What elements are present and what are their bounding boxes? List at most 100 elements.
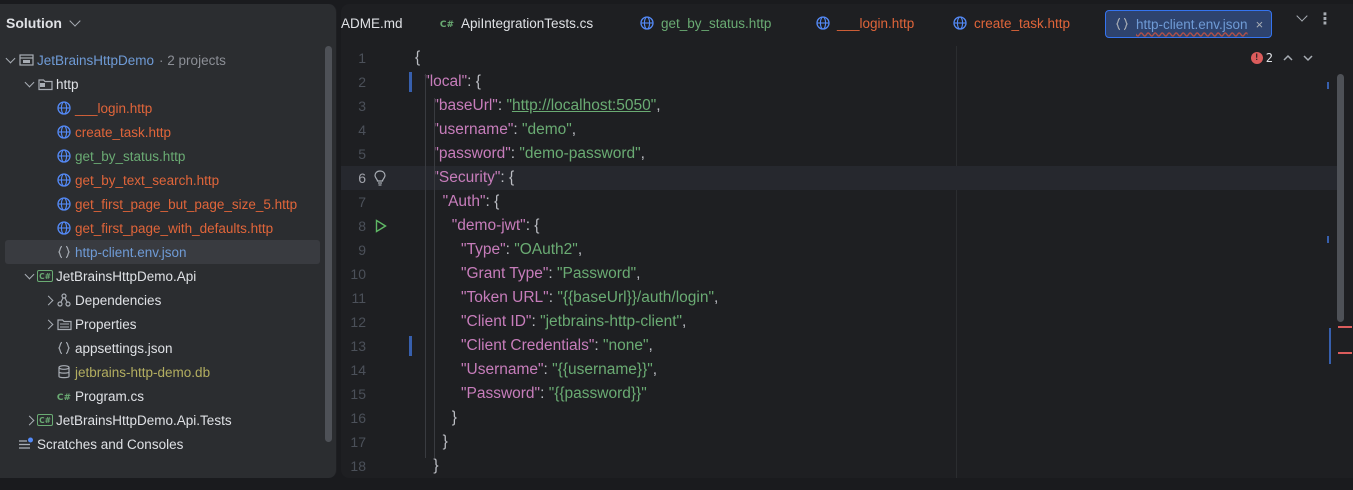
line-number[interactable]: 6 [341, 170, 366, 186]
tree-item[interactable]: ___login.http [0, 96, 324, 120]
tree-item[interactable]: C# JetBrainsHttpDemo.Api [0, 264, 324, 288]
json-punctuation: } [433, 457, 439, 474]
globe-icon [56, 100, 72, 116]
line-number[interactable]: 3 [341, 98, 366, 114]
code-line[interactable]: 1{ [341, 46, 1341, 70]
code-line[interactable]: 5 "password": "demo-password", [341, 142, 1341, 166]
globe-icon [56, 148, 72, 164]
line-number[interactable]: 10 [341, 266, 366, 282]
code-area[interactable]: 1{2 "local": {3 "baseUrl": "http://localho… [341, 46, 1353, 478]
next-highlight-icon[interactable] [1303, 54, 1313, 62]
error-indicator[interactable]: ! 2 [1250, 51, 1313, 65]
line-number[interactable]: 18 [341, 458, 366, 474]
expand-arrow-down-icon[interactable] [21, 264, 37, 288]
json-punctuation: : [531, 313, 541, 330]
line-number[interactable]: 8 [341, 218, 366, 234]
code-line[interactable]: 10 "Grant Type": "Password", [341, 262, 1341, 286]
change-stripe-marker[interactable] [1327, 82, 1329, 89]
editor-tab[interactable]: http-client.env.json × [1105, 10, 1273, 38]
arrow-spacer [2, 432, 18, 456]
json-punctuation: : { [485, 193, 500, 210]
editor-tab[interactable]: ADME.md [341, 10, 403, 36]
chevron-down-icon[interactable] [69, 15, 81, 27]
tree-item[interactable]: get_by_status.http [0, 144, 324, 168]
error-stripe-marker[interactable] [1338, 352, 1352, 354]
tree-item[interactable]: JetBrainsHttpDemo · 2 projects [0, 48, 324, 72]
panel-scrollbar[interactable] [325, 46, 332, 442]
tree-item-label: JetBrainsHttpDemo.Api [56, 268, 197, 284]
code-line[interactable]: 17} [341, 430, 1341, 454]
line-number[interactable]: 12 [341, 314, 366, 330]
tree-item[interactable]: http [0, 72, 324, 96]
code-text: "Grant Type": "Password", [461, 265, 640, 283]
code-line[interactable]: 7 "Auth": { [341, 190, 1341, 214]
line-number[interactable]: 17 [341, 434, 366, 450]
line-number[interactable]: 9 [341, 242, 366, 258]
lightbulb-icon[interactable] [374, 170, 386, 190]
more-options-icon[interactable]: ⋮ [1317, 12, 1333, 28]
previous-highlight-icon[interactable] [1283, 54, 1293, 62]
error-stripe-marker[interactable] [1338, 326, 1352, 328]
code-line[interactable]: 9 "Type": "OAuth2", [341, 238, 1341, 262]
expand-arrow-down-icon[interactable] [2, 48, 18, 72]
code-line[interactable]: 8 "demo-jwt": { [341, 214, 1341, 238]
line-number[interactable]: 16 [341, 410, 366, 426]
tree-item[interactable]: http-client.env.json [5, 240, 320, 264]
line-number[interactable]: 1 [341, 50, 366, 66]
tree-item[interactable]: jetbrains-http-demo.db [0, 360, 324, 384]
line-number[interactable]: 13 [341, 338, 366, 354]
editor-tab[interactable]: ___login.http [815, 10, 914, 36]
line-number[interactable]: 2 [341, 74, 366, 90]
tree-item[interactable]: appsettings.json [0, 336, 324, 360]
line-number[interactable]: 14 [341, 362, 366, 378]
code-line[interactable]: 15 "Password": "{{password}}" [341, 382, 1341, 406]
tree-item[interactable]: C# JetBrainsHttpDemo.Api.Tests [0, 408, 324, 432]
tree-item[interactable]: Dependencies [0, 288, 324, 312]
code-line[interactable]: 3 "baseUrl": "http://localhost:5050", [341, 94, 1341, 118]
json-string: "{{baseUrl}}/auth/login" [557, 289, 714, 306]
json-punctuation: , [648, 337, 653, 354]
code-line[interactable]: 2 "local": { [341, 70, 1341, 94]
line-number[interactable]: 7 [341, 194, 366, 210]
expand-arrow-right-icon[interactable] [40, 288, 56, 312]
expand-arrow-down-icon[interactable] [21, 72, 37, 96]
editor-tab[interactable]: C# ApiIntegrationTests.cs [439, 10, 593, 36]
code-line[interactable]: 12 "Client ID": "jetbrains-http-client", [341, 310, 1341, 334]
json-punctuation: , [652, 361, 658, 378]
expand-arrow-right-icon[interactable] [40, 312, 56, 336]
editor-scrollbar[interactable] [1337, 74, 1344, 322]
error-count: 2 [1265, 51, 1273, 65]
code-line[interactable]: 11 "Token URL": "{{baseUrl}}/auth/login", [341, 286, 1341, 310]
code-line[interactable]: 6 "Security": { [341, 166, 1341, 190]
tree-item[interactable]: Scratches and Consoles [0, 432, 324, 456]
line-number[interactable]: 4 [341, 122, 366, 138]
close-tab-icon[interactable]: × [1256, 17, 1264, 32]
line-number[interactable]: 15 [341, 386, 366, 402]
change-stripe-marker[interactable] [1329, 328, 1331, 364]
code-line[interactable]: 14 "Username": "{{username}}", [341, 358, 1341, 382]
editor-tab[interactable]: get_by_status.http [639, 10, 771, 36]
change-stripe-marker[interactable] [1327, 236, 1329, 243]
code-line[interactable]: 16} [341, 406, 1341, 430]
indent-guide [425, 74, 426, 458]
tree-item[interactable]: get_first_page_with_defaults.http [0, 216, 324, 240]
code-line[interactable]: 18} [341, 454, 1341, 478]
tree-item[interactable]: get_by_text_search.http [0, 168, 324, 192]
code-line[interactable]: 4 "username": "demo", [341, 118, 1341, 142]
globe-icon [815, 15, 831, 31]
folder-icon [37, 76, 53, 92]
tree-item[interactable]: Properties [0, 312, 324, 336]
vcs-change-marker[interactable] [409, 336, 412, 356]
line-number[interactable]: 5 [341, 146, 366, 162]
line-number[interactable]: 11 [341, 290, 366, 306]
tree-item[interactable]: create_task.http [0, 120, 324, 144]
code-line[interactable]: 13 "Client Credentials": "none", [341, 334, 1341, 358]
editor-tab[interactable]: create_task.http [952, 10, 1070, 36]
tree-item[interactable]: get_first_page_but_page_size_5.http [0, 192, 324, 216]
expand-arrow-right-icon[interactable] [21, 408, 37, 432]
vcs-change-marker[interactable] [409, 72, 412, 92]
json-string[interactable]: http://localhost:5050 [512, 97, 651, 114]
tree-item[interactable]: C# Program.cs [0, 384, 324, 408]
solution-panel-header[interactable]: Solution [0, 4, 336, 42]
run-request-icon[interactable] [375, 219, 387, 237]
